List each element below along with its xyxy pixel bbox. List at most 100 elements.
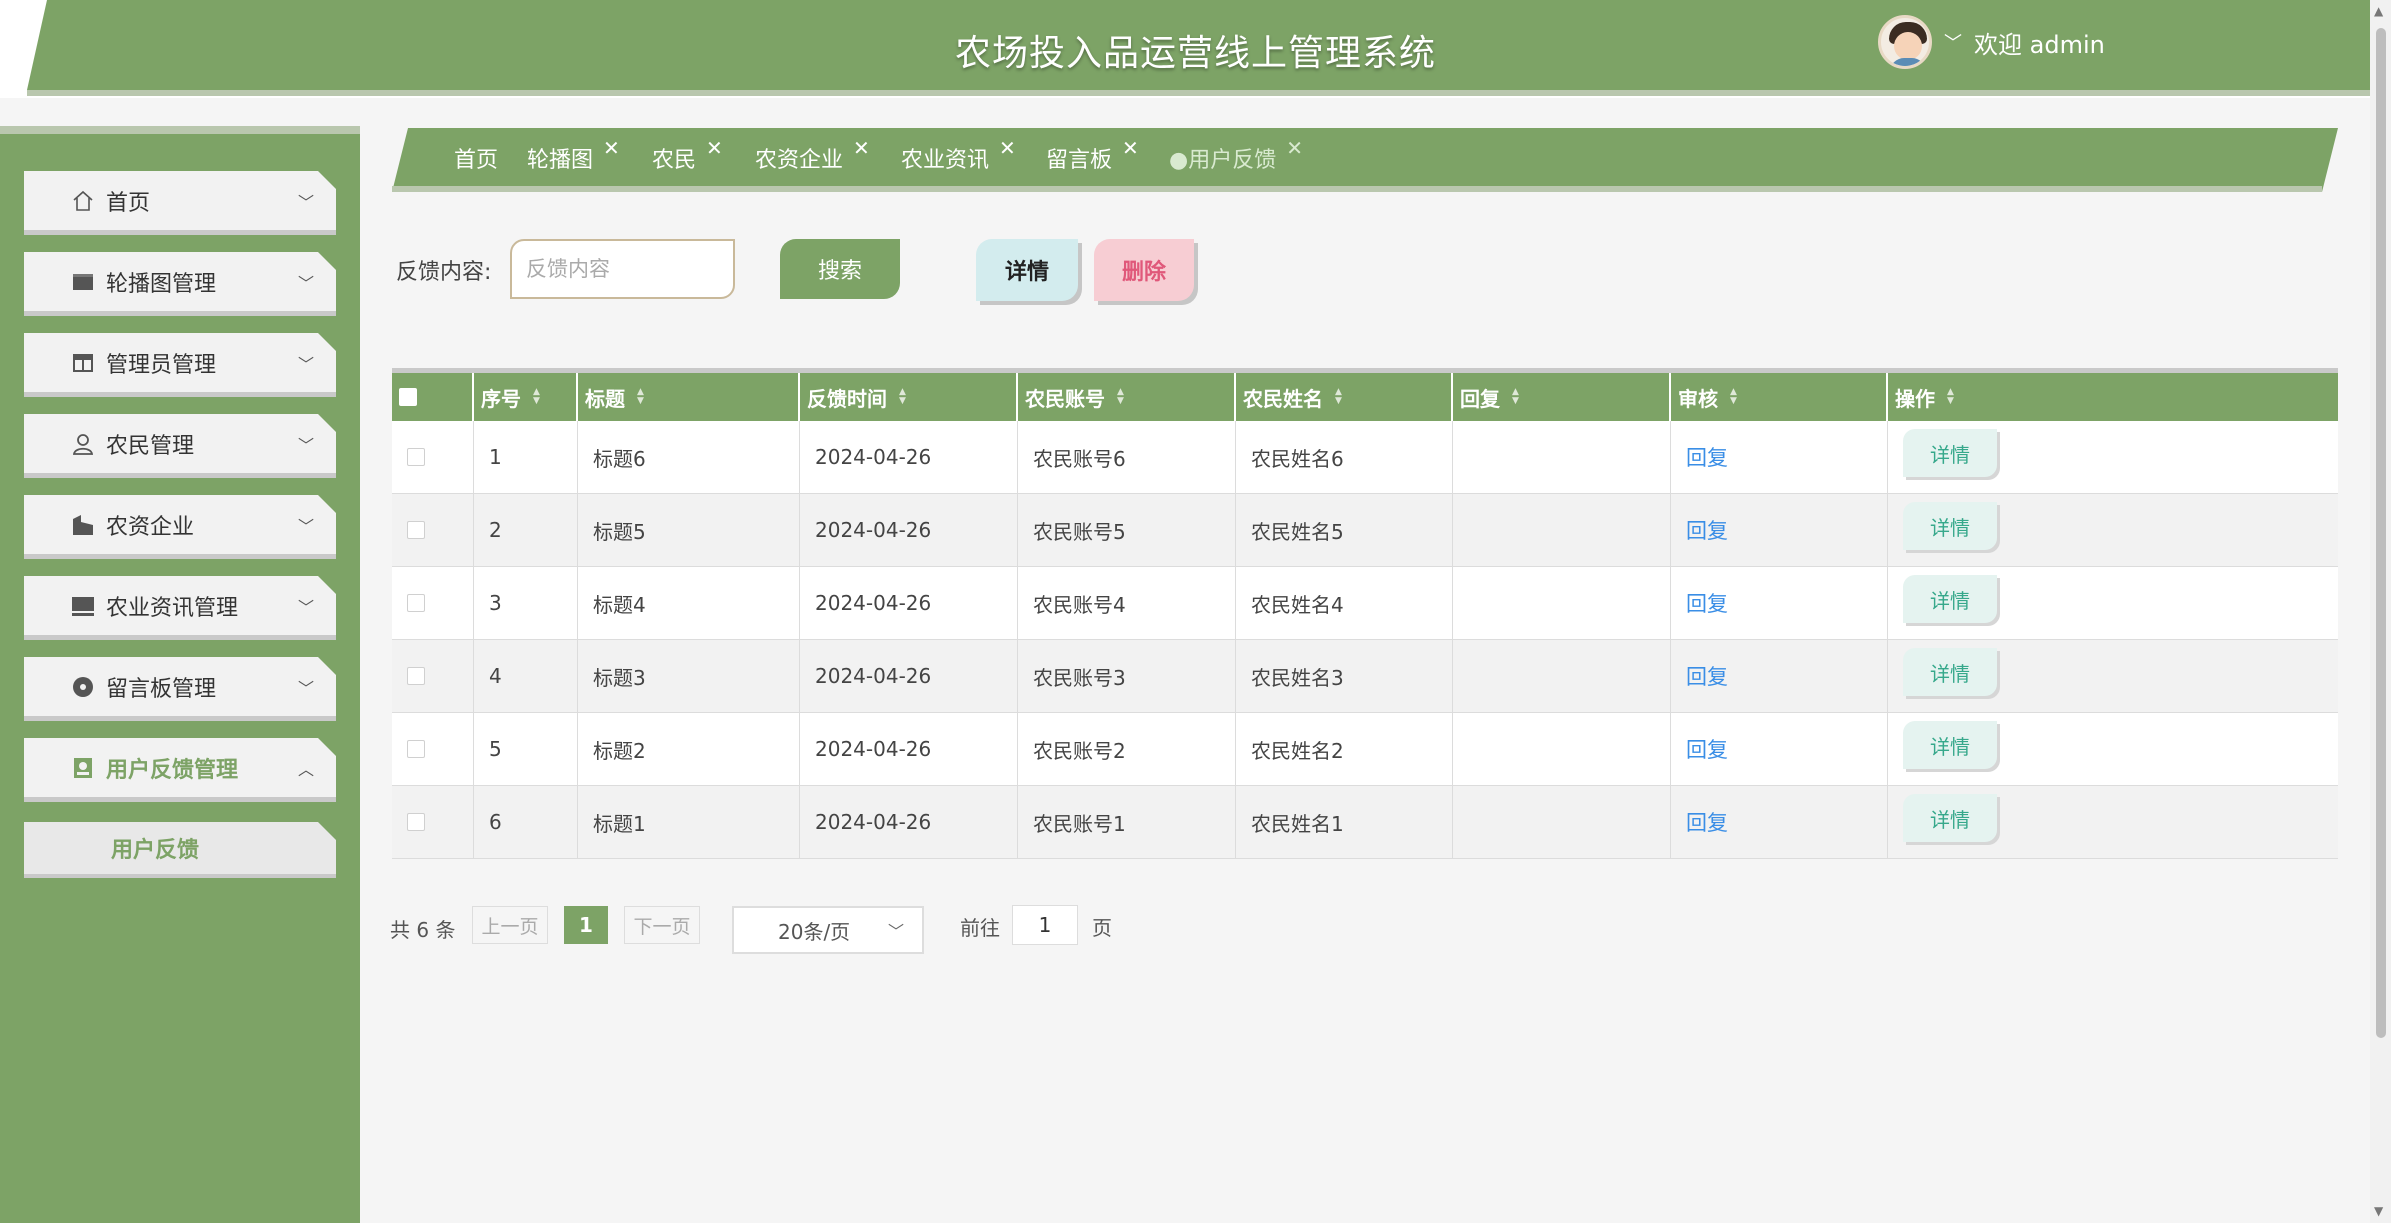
user-menu[interactable]: ﹀ 欢迎 admin [1878, 14, 2105, 70]
close-icon[interactable]: ✕ [706, 136, 723, 160]
scroll-up-icon[interactable]: ▲ [2374, 4, 2383, 18]
detail-button[interactable]: 详情 [976, 239, 1078, 301]
header-select-all[interactable] [392, 373, 474, 421]
reply-link[interactable]: 回复 [1686, 807, 1728, 837]
tab-news[interactable]: 农业资讯 ✕ [901, 136, 1016, 176]
sidebar-item-carousel[interactable]: 轮播图管理 ﹀ [24, 252, 336, 316]
chevron-down-icon: ﹀ [297, 273, 314, 293]
sort-icon[interactable]: ▲ ▼ [1117, 388, 1124, 406]
cell-name: 农民姓名2 [1236, 713, 1453, 785]
sort-icon[interactable]: ▲ ▼ [1512, 388, 1519, 406]
page-number-current[interactable]: 1 [564, 906, 608, 944]
reply-link[interactable]: 回复 [1686, 734, 1728, 764]
row-detail-button[interactable]: 详情 [1903, 721, 1997, 769]
sort-icon[interactable]: ▲ ▼ [899, 388, 906, 406]
cell-title: 标题4 [578, 567, 800, 639]
home-icon [70, 188, 96, 214]
column-header-name[interactable]: 农民姓名 ▲ ▼ [1236, 373, 1453, 421]
sidebar-item-farmer[interactable]: 农民管理 ﹀ [24, 414, 336, 478]
scrollbar[interactable]: ▲ ▼ [2370, 0, 2391, 1223]
cell-reply [1453, 421, 1671, 493]
tab-enterprise[interactable]: 农资企业 ✕ [755, 136, 870, 176]
tab-home[interactable]: 首页 [454, 140, 498, 176]
close-icon[interactable]: ✕ [999, 136, 1016, 160]
avatar[interactable] [1878, 15, 1932, 69]
column-header-title[interactable]: 标题 ▲ ▼ [578, 373, 800, 421]
cell-reply [1453, 713, 1671, 785]
select-all-checkbox[interactable] [399, 388, 417, 406]
sidebar-item-news[interactable]: 农业资讯管理 ﹀ [24, 576, 336, 640]
tab-feedback[interactable]: ●用户反馈 ✕ [1169, 136, 1303, 176]
reply-link[interactable]: 回复 [1686, 588, 1728, 618]
cell-account: 农民账号3 [1018, 640, 1236, 712]
row-detail-button[interactable]: 详情 [1903, 429, 1997, 477]
search-label: 反馈内容: [396, 260, 492, 285]
column-header-account[interactable]: 农民账号 ▲ ▼ [1018, 373, 1236, 421]
cell-time: 2024-04-26 [800, 421, 1018, 493]
cell-name: 农民姓名1 [1236, 786, 1453, 858]
tab-label: 农资企业 [755, 148, 844, 173]
badge-icon [70, 755, 96, 781]
delete-button[interactable]: 删除 [1094, 239, 1194, 301]
row-checkbox[interactable] [407, 740, 425, 758]
sort-icon[interactable]: ▲ ▼ [637, 388, 644, 406]
scrollbar-thumb[interactable] [2376, 28, 2386, 1038]
column-header-audit[interactable]: 审核 ▲ ▼ [1671, 373, 1888, 421]
close-icon[interactable]: ✕ [853, 136, 870, 160]
cell-title: 标题3 [578, 640, 800, 712]
reply-link[interactable]: 回复 [1686, 661, 1728, 691]
sidebar-item-label: 首页 [106, 190, 151, 216]
tab-farmer[interactable]: 农民 ✕ [652, 136, 723, 176]
feedback-content-input[interactable] [510, 239, 735, 299]
chevron-down-icon[interactable]: ﹀ [1944, 29, 1962, 55]
chevron-down-icon: ﹀ [297, 435, 314, 455]
sort-icon[interactable]: ▲ ▼ [1335, 388, 1342, 406]
submenu-item-feedback[interactable]: 用户反馈 [24, 822, 336, 878]
row-checkbox[interactable] [407, 594, 425, 612]
column-header-action[interactable]: 操作 ▲ ▼ [1888, 373, 2338, 421]
row-checkbox[interactable] [407, 813, 425, 831]
row-checkbox[interactable] [407, 521, 425, 539]
sort-icon[interactable]: ▲ ▼ [533, 388, 540, 406]
building-icon [70, 512, 96, 538]
table-row: 4 标题3 2024-04-26 农民账号3 农民姓名3 回复 详情 [392, 640, 2338, 713]
tab-message-board[interactable]: 留言板 ✕ [1046, 136, 1139, 176]
tab-label: 轮播图 [527, 148, 594, 173]
row-detail-button[interactable]: 详情 [1903, 575, 1997, 623]
reply-link[interactable]: 回复 [1686, 442, 1728, 472]
goto-label: 前往 [960, 916, 1000, 940]
sort-icon[interactable]: ▲ ▼ [1947, 388, 1954, 406]
page-size-select[interactable]: 20条/页 ﹀ [732, 906, 924, 954]
close-icon[interactable]: ✕ [603, 136, 620, 160]
sidebar-item-feedback[interactable]: 用户反馈管理 ︿ [24, 738, 336, 802]
row-checkbox[interactable] [407, 667, 425, 685]
column-header-no[interactable]: 序号 ▲ ▼ [474, 373, 578, 421]
sort-icon[interactable]: ▲ ▼ [1730, 388, 1737, 406]
goto-page-input[interactable] [1012, 905, 1078, 945]
row-detail-button[interactable]: 详情 [1903, 502, 1997, 550]
tab-bar-divider [392, 186, 2322, 192]
sidebar-item-enterprise[interactable]: 农资企业 ﹀ [24, 495, 336, 559]
table-row: 3 标题4 2024-04-26 农民账号4 农民姓名4 回复 详情 [392, 567, 2338, 640]
cell-reply [1453, 640, 1671, 712]
page-unit-label: 页 [1092, 916, 1112, 940]
column-header-reply[interactable]: 回复 ▲ ▼ [1453, 373, 1671, 421]
search-button[interactable]: 搜索 [780, 239, 900, 299]
row-checkbox[interactable] [407, 448, 425, 466]
sidebar-item-message-board[interactable]: 留言板管理 ﹀ [24, 657, 336, 721]
close-icon[interactable]: ✕ [1122, 136, 1139, 160]
sidebar-item-home[interactable]: 首页 ﹀ [24, 171, 336, 235]
next-page-button[interactable]: 下一页 [624, 906, 700, 944]
tab-label: 首页 [454, 148, 499, 173]
row-detail-button[interactable]: 详情 [1903, 794, 1997, 842]
cell-time: 2024-04-26 [800, 567, 1018, 639]
close-icon[interactable]: ✕ [1286, 136, 1303, 160]
sidebar-item-label: 农业资讯管理 [106, 595, 239, 621]
row-detail-button[interactable]: 详情 [1903, 648, 1997, 696]
reply-link[interactable]: 回复 [1686, 515, 1728, 545]
sidebar-item-admin[interactable]: 管理员管理 ﹀ [24, 333, 336, 397]
tab-carousel[interactable]: 轮播图 ✕ [527, 136, 620, 176]
prev-page-button[interactable]: 上一页 [472, 906, 548, 944]
scroll-down-icon[interactable]: ▼ [2374, 1204, 2383, 1218]
column-header-time[interactable]: 反馈时间 ▲ ▼ [800, 373, 1018, 421]
